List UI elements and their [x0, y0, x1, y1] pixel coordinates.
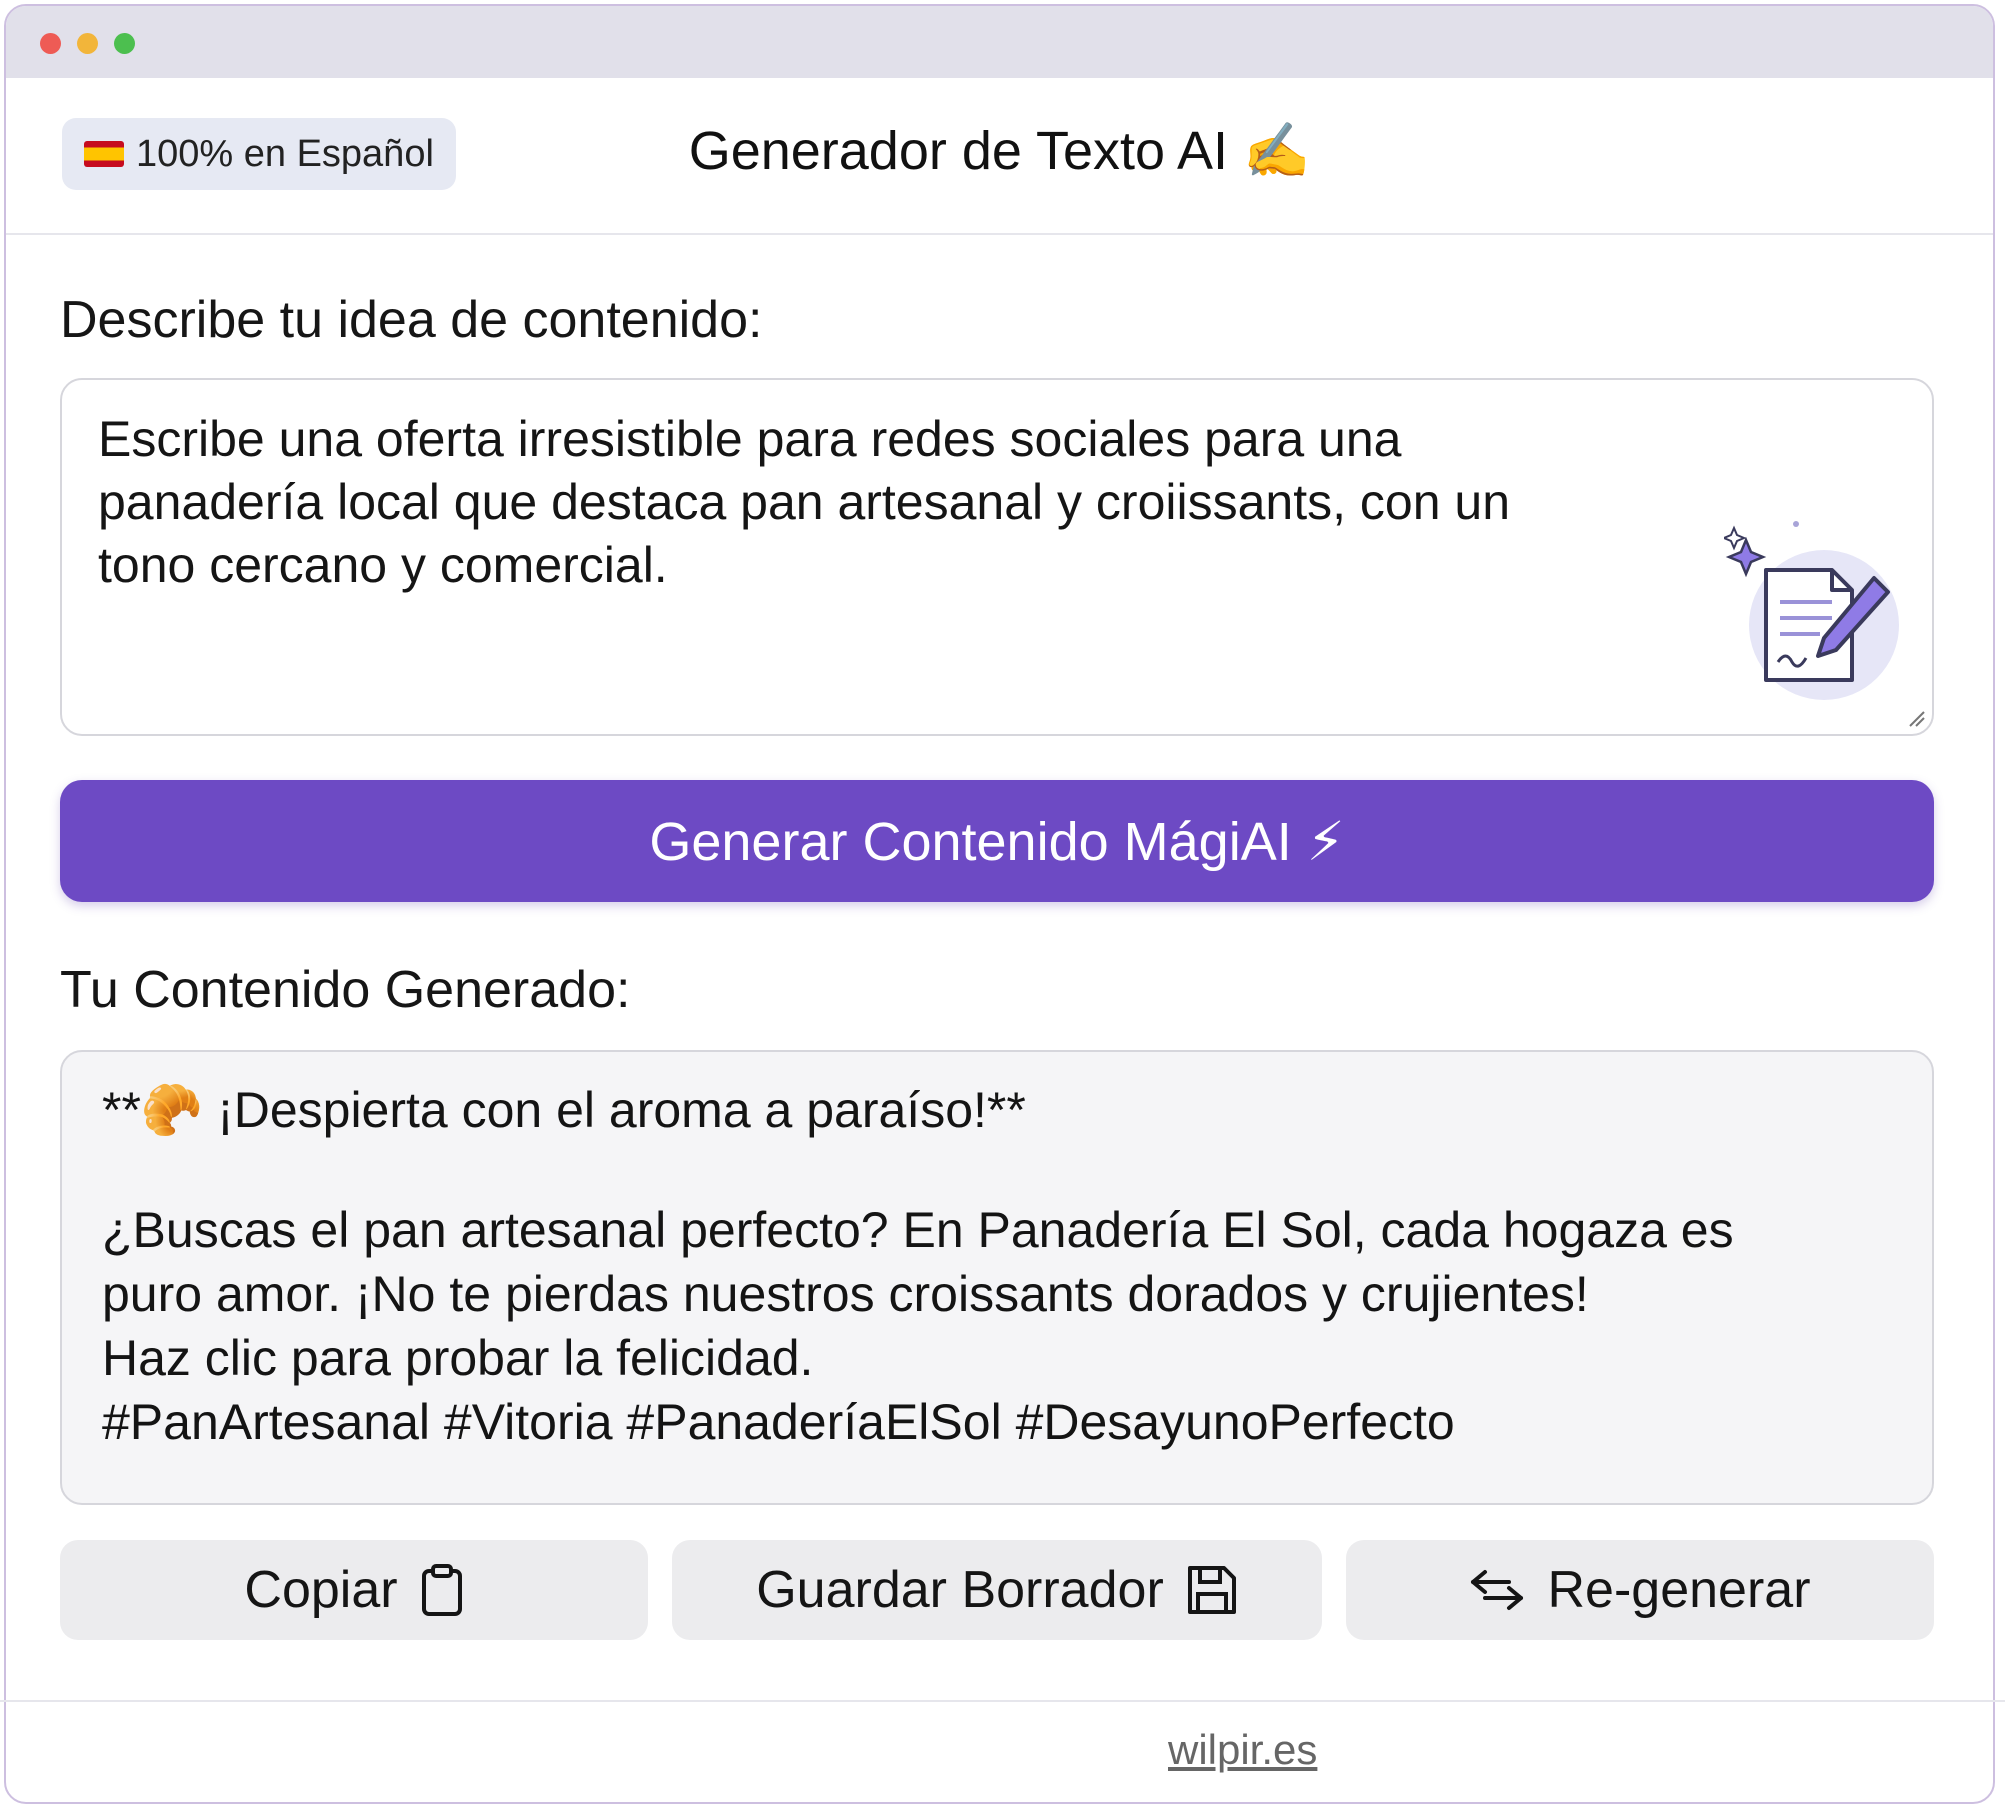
prompt-textarea[interactable]: Escribe una oferta irresistible para red… — [60, 378, 1934, 736]
window-titlebar — [6, 6, 1993, 78]
save-draft-button[interactable]: Guardar Borrador — [672, 1540, 1322, 1640]
prompt-line: tono cercano y comercial. — [98, 537, 668, 593]
app-window: 100% en Español Generador de Texto AI ✍️ — [4, 4, 1995, 1804]
swap-arrows-icon — [1471, 1570, 1524, 1610]
close-window-button[interactable] — [40, 33, 61, 54]
regenerate-button-label: Re-generar — [1547, 1561, 1811, 1619]
page-title: Generador de Texto AI ✍️ — [688, 121, 1311, 181]
generated-content-box[interactable]: **🥐 ¡Despierta con el aroma a paraíso!**… — [60, 1050, 1934, 1505]
clipboard-icon — [421, 1564, 462, 1616]
generated-hashtags: #PanArtesanal #Vitoria #PanaderíaElSol #… — [102, 1394, 1455, 1450]
action-bar: Copiar Guardar Borrador Re-generar — [60, 1540, 1934, 1640]
maximize-window-button[interactable] — [114, 33, 135, 54]
copy-button-label: Copiar — [244, 1561, 398, 1619]
minimize-window-button[interactable] — [77, 33, 98, 54]
generate-content-button[interactable]: Generar Contenido MágiAI ⚡ — [60, 780, 1934, 902]
generated-line: Haz clic para probar la felicidad. — [102, 1330, 814, 1386]
footer: wilpir.es — [0, 1700, 2005, 1802]
resize-handle-icon[interactable] — [1906, 708, 1926, 728]
copy-button[interactable]: Copiar — [60, 1540, 648, 1640]
save-button-label: Guardar Borrador — [756, 1561, 1164, 1619]
prompt-line: Escribe una oferta irresistible para red… — [98, 411, 1402, 467]
generated-line: ¿Buscas el pan artesanal perfecto? En Pa… — [102, 1202, 1734, 1258]
footer-link[interactable]: wilpir.es — [1168, 1726, 1317, 1774]
prompt-label: Describe tu idea de contenido: — [60, 291, 763, 349]
generated-headline: **🥐 ¡Despierta con el aroma a paraíso!** — [102, 1082, 1026, 1138]
output-label: Tu Contenido Generado: — [60, 961, 631, 1019]
prompt-text: Escribe una oferta irresistible para red… — [98, 408, 1718, 597]
document-pen-icon — [1724, 521, 1899, 700]
floppy-disk-icon — [1187, 1566, 1236, 1614]
generate-button-label: Generar Contenido MágiAI ⚡ — [649, 811, 1345, 872]
prompt-line: panadería local que destaca pan artesana… — [98, 474, 1511, 530]
app-header: 100% en Español Generador de Texto AI ✍️ — [6, 78, 1993, 235]
regenerate-button[interactable]: Re-generar — [1346, 1540, 1934, 1640]
generated-line: puro amor. ¡No te pierdas nuestros crois… — [102, 1266, 1589, 1322]
